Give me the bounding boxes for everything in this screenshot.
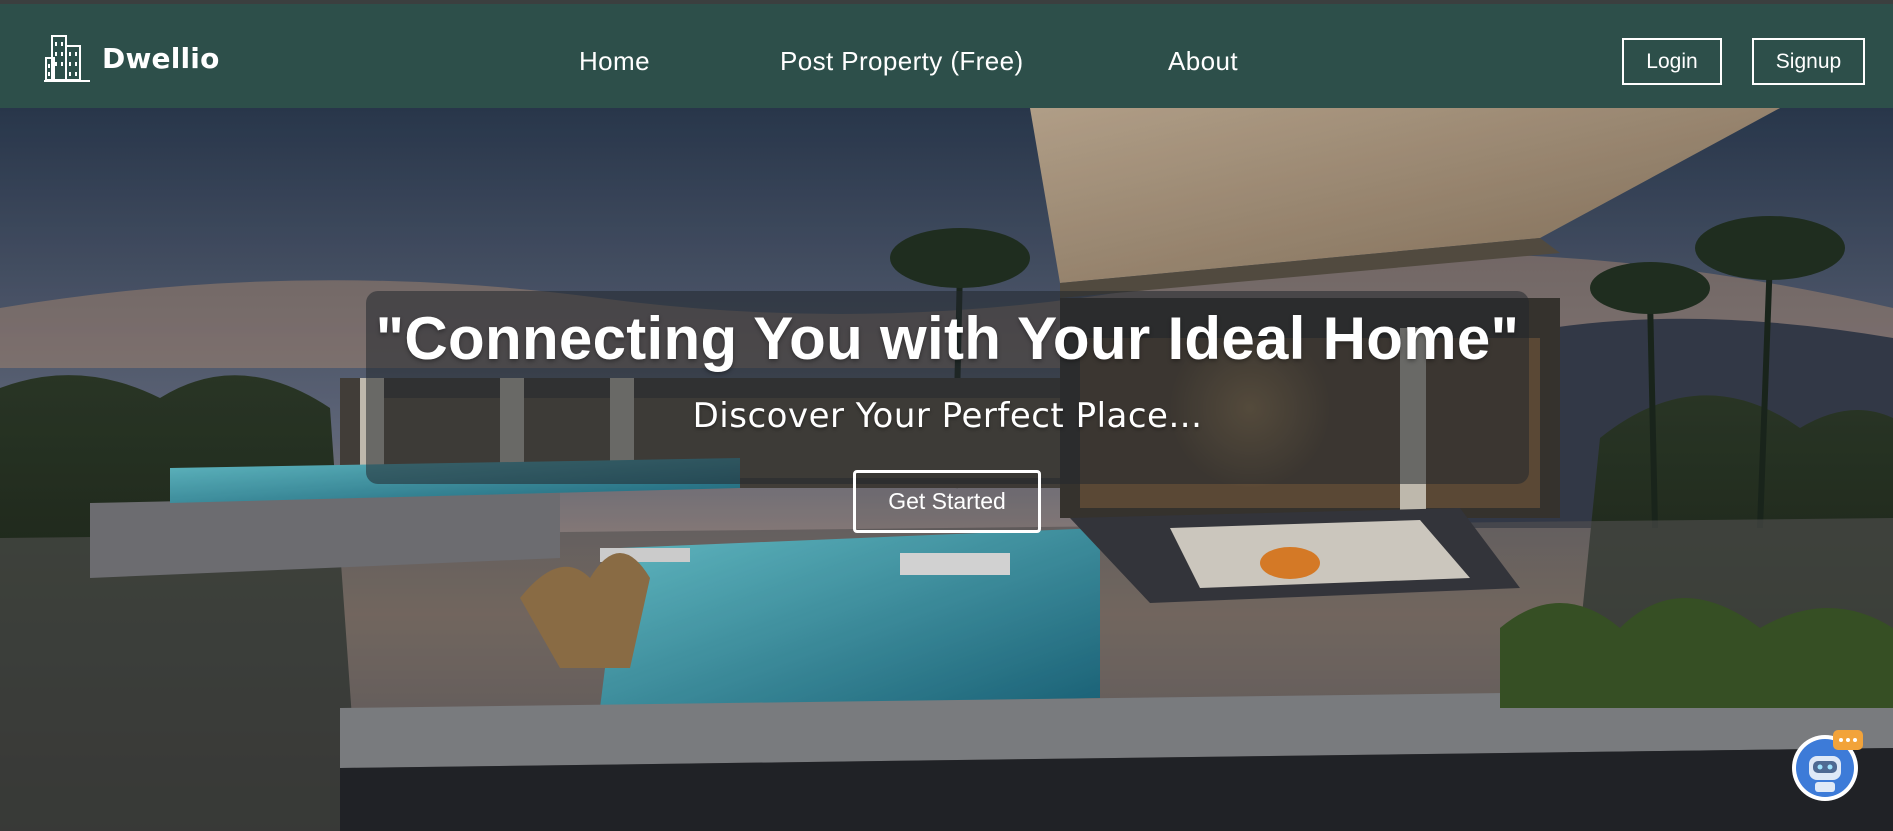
brand-name: Dwellio [102,41,220,75]
nav-link-about[interactable]: About [1168,46,1238,77]
hero-headline: "Connecting You with Your Ideal Home" [375,305,1520,372]
brand-logo[interactable]: Dwellio [44,32,220,84]
login-button[interactable]: Login [1622,38,1722,85]
hero-section: "Connecting You with Your Ideal Home" Di… [0,108,1893,831]
nav-link-post-property[interactable]: Post Property (Free) [780,46,1024,77]
navbar: Dwellio Home Post Property (Free) About … [0,4,1893,108]
hero-subheadline: Discover Your Perfect Place... [692,396,1203,436]
signup-button[interactable]: Signup [1752,38,1865,85]
building-icon [44,35,90,82]
chatbot-widget[interactable] [1789,728,1865,804]
nav-link-home[interactable]: Home [579,46,650,77]
chatbot-icon [1792,730,1863,801]
get-started-button[interactable]: Get Started [853,470,1041,533]
